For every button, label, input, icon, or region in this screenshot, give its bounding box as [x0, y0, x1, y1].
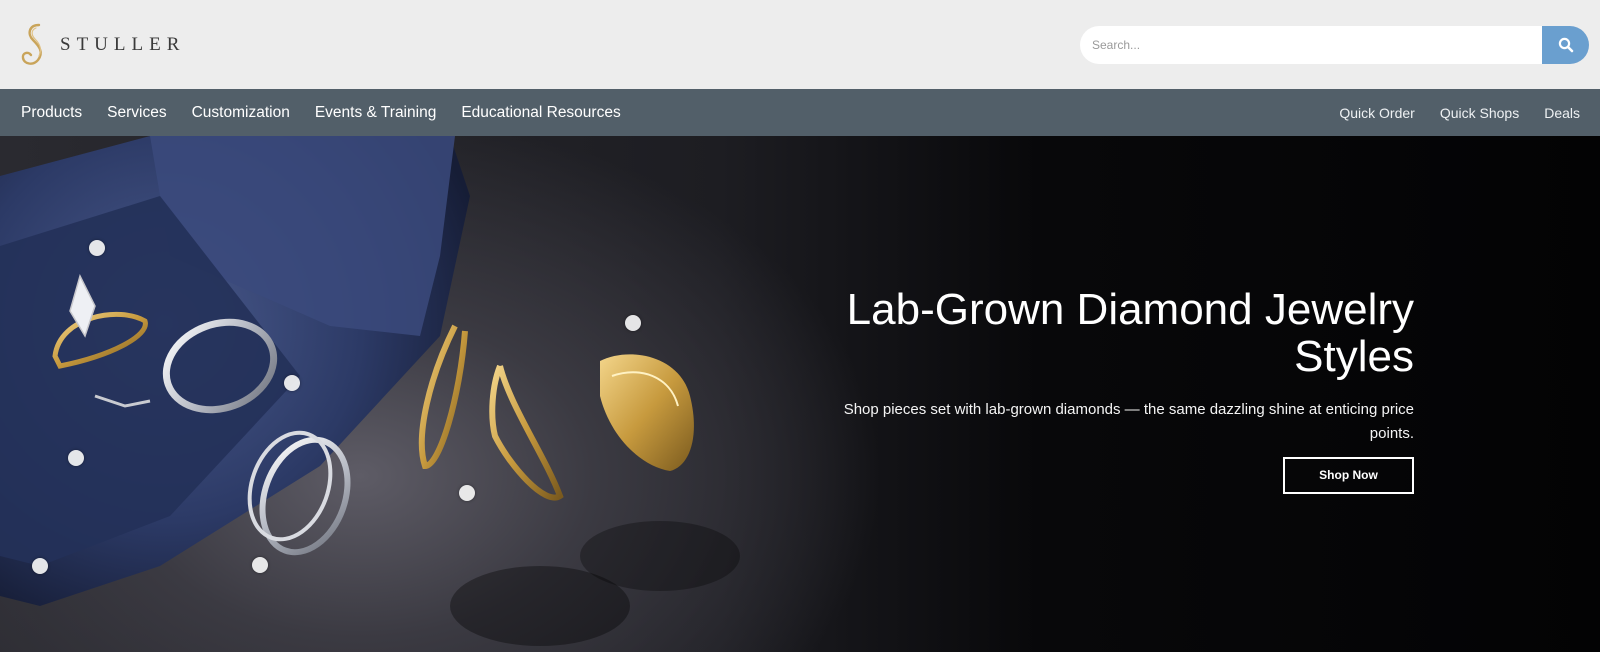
- search-input[interactable]: [1080, 26, 1542, 64]
- primary-nav: Products Services Customization Events &…: [0, 89, 646, 136]
- hotspot-marker[interactable]: [459, 485, 475, 501]
- nav-item-quick-order[interactable]: Quick Order: [1339, 105, 1414, 121]
- nav-item-events-training[interactable]: Events & Training: [315, 104, 436, 122]
- stuller-logo[interactable]: STULLER: [20, 22, 185, 68]
- hero-subtitle: Shop pieces set with lab-grown diamonds …: [843, 401, 1414, 442]
- logo-mark-icon: [21, 23, 42, 65]
- hotspot-marker[interactable]: [32, 558, 48, 574]
- main-navigation: Products Services Customization Events &…: [0, 89, 1600, 136]
- hotspot-marker[interactable]: [284, 375, 300, 391]
- hero-content: Lab-Grown Diamond Jewelry Styles Shop pi…: [814, 286, 1414, 494]
- nav-item-deals[interactable]: Deals: [1544, 105, 1580, 121]
- nav-item-products[interactable]: Products: [21, 104, 82, 122]
- hotspot-marker[interactable]: [625, 315, 641, 331]
- nav-item-services[interactable]: Services: [107, 104, 166, 122]
- logo-text: STULLER: [60, 34, 186, 55]
- nav-item-quick-shops[interactable]: Quick Shops: [1440, 105, 1519, 121]
- search-button[interactable]: [1542, 26, 1589, 64]
- hotspot-marker[interactable]: [68, 450, 84, 466]
- search-icon: [1558, 37, 1573, 53]
- secondary-nav: Quick Order Quick Shops Deals: [1314, 89, 1600, 136]
- hero-banner: Lab-Grown Diamond Jewelry Styles Shop pi…: [0, 136, 1600, 652]
- search-bar: [1080, 26, 1589, 64]
- nav-item-customization[interactable]: Customization: [192, 104, 290, 122]
- hero-title: Lab-Grown Diamond Jewelry Styles: [846, 285, 1414, 381]
- hotspot-marker[interactable]: [252, 557, 268, 573]
- hotspot-marker[interactable]: [89, 240, 105, 256]
- shop-now-button[interactable]: Shop Now: [1283, 457, 1414, 494]
- site-header: STULLER: [0, 0, 1600, 89]
- nav-item-educational-resources[interactable]: Educational Resources: [461, 104, 620, 122]
